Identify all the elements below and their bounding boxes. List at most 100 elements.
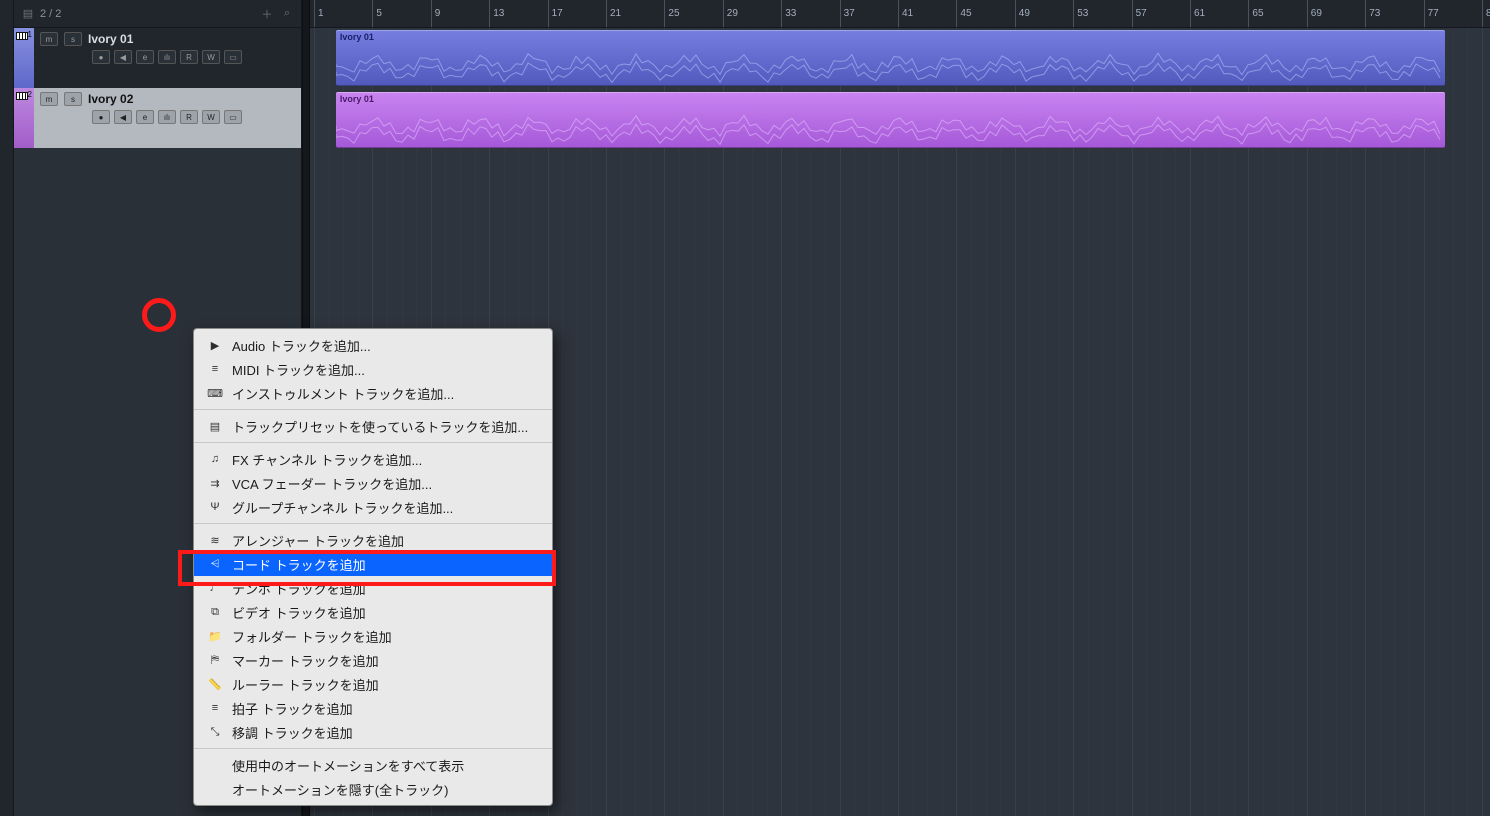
ruler-tick[interactable]: 41: [898, 0, 913, 27]
ruler-tick[interactable]: 9: [431, 0, 441, 27]
ruler-tick[interactable]: 69: [1307, 0, 1322, 27]
mute-button[interactable]: m: [40, 32, 58, 46]
ruler-tick[interactable]: 13: [489, 0, 504, 27]
ruler-tick[interactable]: 25: [664, 0, 679, 27]
add-track-icon[interactable]: ＋: [261, 8, 273, 20]
inserts-button[interactable]: ılı: [158, 50, 176, 64]
menu-item-label: フォルダー トラックを追加: [232, 627, 392, 646]
menu-item-icon: ▶: [208, 339, 222, 352]
track-body[interactable]: m s Ivory 01 ◀ e ılı R W ▭: [34, 28, 301, 88]
context-menu-separator: [194, 748, 552, 749]
context-menu-item[interactable]: Ψグループチャンネル トラックを追加...: [194, 495, 552, 519]
ruler-tick[interactable]: 5: [372, 0, 382, 27]
track-row[interactable]: 2 m s Ivory 02 ◀ e ılı R W ▭: [14, 88, 301, 148]
menu-item-label: Audio トラックを追加...: [232, 336, 371, 355]
menu-item-label: ビデオ トラックを追加: [232, 603, 366, 622]
ruler-tick[interactable]: 81: [1482, 0, 1490, 27]
ruler-tick[interactable]: 45: [956, 0, 971, 27]
ruler-tick[interactable]: 77: [1424, 0, 1439, 27]
gridline: [1467, 28, 1468, 816]
context-menu-item[interactable]: 📁 フォルダー トラックを追加: [194, 624, 552, 648]
ruler-tick[interactable]: 49: [1015, 0, 1030, 27]
write-automation-button[interactable]: W: [202, 50, 220, 64]
midi-clip[interactable]: Ivory 01: [336, 92, 1446, 148]
menu-item-icon: ⧉: [208, 606, 222, 619]
context-menu-item[interactable]: 使用中のオートメーションをすべて表示: [194, 753, 552, 777]
context-menu-item[interactable]: ▶ Audio トラックを追加...: [194, 333, 552, 357]
context-menu-item[interactable]: ⩤コード トラックを追加: [194, 552, 552, 576]
context-menu-item[interactable]: ⌨ インストゥルメント トラックを追加...: [194, 381, 552, 405]
menu-item-label: テンポ トラックを追加: [232, 579, 366, 598]
ruler-tick[interactable]: 33: [781, 0, 796, 27]
monitor-button[interactable]: ◀: [114, 110, 132, 124]
context-menu-item[interactable]: ⇉ VCA フェーダー トラックを追加...: [194, 471, 552, 495]
ruler-tick[interactable]: 57: [1132, 0, 1147, 27]
context-menu-item[interactable]: ⤡移調 トラックを追加: [194, 720, 552, 744]
freeze-button[interactable]: ▭: [224, 50, 242, 64]
menu-item-label: インストゥルメント トラックを追加...: [232, 384, 454, 403]
context-menu-item[interactable]: ⛿マーカー トラックを追加: [194, 648, 552, 672]
menu-item-label: グループチャンネル トラックを追加...: [232, 498, 453, 517]
context-menu-item[interactable]: ♩ テンポ トラックを追加: [194, 576, 552, 600]
track-body[interactable]: m s Ivory 02 ◀ e ılı R W ▭: [34, 88, 301, 148]
track-count-label: 2 / 2: [40, 8, 61, 20]
record-arm-button[interactable]: [92, 50, 110, 64]
context-menu-item[interactable]: ▤トラックプリセットを使っているトラックを追加...: [194, 414, 552, 438]
record-arm-button[interactable]: [92, 110, 110, 124]
ruler-tick[interactable]: 1: [314, 0, 324, 27]
menu-item-icon: ≋: [208, 534, 222, 547]
track-name-label: Ivory 02: [88, 92, 133, 106]
context-menu[interactable]: ▶ Audio トラックを追加... ≡ MIDI トラックを追加... ⌨ インストゥル…: [193, 328, 553, 806]
track-index: 2: [28, 90, 32, 99]
menu-item-label: 移調 トラックを追加: [232, 723, 353, 742]
menu-item-label: 拍子 トラックを追加: [232, 699, 353, 718]
read-automation-button[interactable]: R: [180, 110, 198, 124]
menu-item-icon: ⇉: [208, 477, 222, 490]
context-menu-item[interactable]: ♫FX チャンネル トラックを追加...: [194, 447, 552, 471]
menu-item-label: トラックプリセットを使っているトラックを追加...: [232, 417, 528, 436]
track-list-header: ▤ 2 / 2 ＋ ⌕: [14, 0, 301, 28]
track-row[interactable]: 1 m s Ivory 01 ◀ e ılı R W ▭: [14, 28, 301, 88]
gridline: [1453, 28, 1454, 816]
timeline-ruler[interactable]: 1 5 9 13 17 21 25 29 33 37 41 45 49 53 57 61 65 69 73 77 81: [310, 0, 1490, 28]
menu-item-label: VCA フェーダー トラックを追加...: [232, 474, 432, 493]
ruler-tick[interactable]: 53: [1073, 0, 1088, 27]
tracklist-view-icon[interactable]: ▤: [22, 8, 34, 20]
context-menu-item[interactable]: ≡ MIDI トラックを追加...: [194, 357, 552, 381]
freeze-button[interactable]: ▭: [224, 110, 242, 124]
midi-keyboard-icon: [16, 30, 28, 44]
menu-item-label: MIDI トラックを追加...: [232, 360, 365, 379]
menu-item-label: 使用中のオートメーションをすべて表示: [232, 756, 464, 775]
context-menu-item[interactable]: 📏ルーラー トラックを追加: [194, 672, 552, 696]
midi-keyboard-icon: [16, 90, 28, 104]
context-menu-item[interactable]: ≡ 拍子 トラックを追加: [194, 696, 552, 720]
search-icon[interactable]: ⌕: [281, 8, 293, 20]
monitor-button[interactable]: ◀: [114, 50, 132, 64]
solo-button[interactable]: s: [64, 32, 82, 46]
ruler-tick[interactable]: 73: [1365, 0, 1380, 27]
edit-button[interactable]: e: [136, 110, 154, 124]
ruler-tick[interactable]: 65: [1248, 0, 1263, 27]
mute-button[interactable]: m: [40, 92, 58, 106]
inserts-button[interactable]: ılı: [158, 110, 176, 124]
edit-button[interactable]: e: [136, 50, 154, 64]
menu-item-icon: ♩: [208, 582, 222, 594]
menu-item-label: ルーラー トラックを追加: [232, 675, 379, 694]
read-automation-button[interactable]: R: [180, 50, 198, 64]
ruler-tick[interactable]: 21: [606, 0, 621, 27]
ruler-tick[interactable]: 29: [723, 0, 738, 27]
context-menu-item[interactable]: ⧉ ビデオ トラックを追加: [194, 600, 552, 624]
menu-item-icon: ≡: [208, 702, 222, 714]
track-color-accent: 1: [14, 28, 34, 88]
context-menu-item[interactable]: ≋アレンジャー トラックを追加: [194, 528, 552, 552]
ruler-tick[interactable]: 37: [840, 0, 855, 27]
ruler-tick[interactable]: 61: [1190, 0, 1205, 27]
midi-clip[interactable]: Ivory 01: [336, 30, 1446, 86]
ruler-tick[interactable]: 17: [548, 0, 563, 27]
menu-item-icon: 📁: [208, 630, 222, 643]
context-menu-item[interactable]: オートメーションを隠す(全トラック): [194, 777, 552, 801]
menu-item-icon: ⌨: [208, 387, 222, 400]
write-automation-button[interactable]: W: [202, 110, 220, 124]
solo-button[interactable]: s: [64, 92, 82, 106]
menu-item-icon: ≡: [208, 363, 222, 375]
